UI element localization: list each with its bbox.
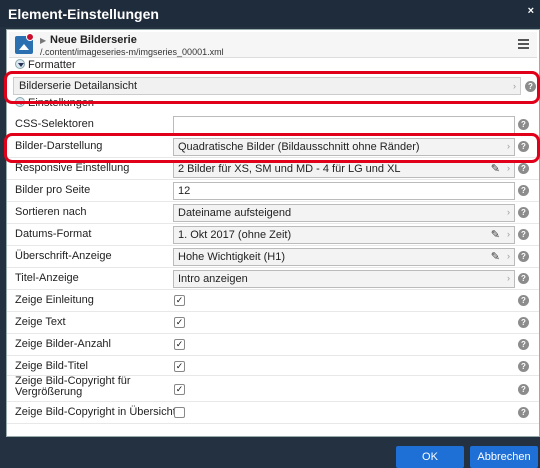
setting-checkbox[interactable]	[174, 407, 185, 418]
setting-label: Sortieren nach	[15, 206, 87, 218]
setting-value: 12	[178, 185, 191, 197]
setting-select[interactable]: Intro anzeigen ›	[173, 270, 515, 288]
close-icon[interactable]: ×	[528, 5, 534, 17]
help-icon[interactable]: ?	[518, 339, 529, 350]
dialog-footer: OK Abbrechen	[0, 438, 540, 468]
setting-label: Zeige Bild-Titel	[15, 360, 88, 372]
dialog-titlebar: Element-Einstellungen ×	[0, 0, 540, 27]
setting-label: Titel-Anzeige	[15, 272, 79, 284]
setting-checkbox[interactable]: ✓	[174, 295, 185, 306]
setting-label: Zeige Einleitung	[15, 294, 94, 306]
expand-arrow-icon[interactable]: ▶	[40, 36, 46, 45]
setting-select[interactable]: Dateiname aufsteigend ›	[173, 204, 515, 222]
help-icon[interactable]: ?	[518, 251, 529, 262]
chevron-right-icon: ›	[507, 251, 510, 261]
help-icon[interactable]: ?	[518, 273, 529, 284]
help-icon[interactable]: ?	[518, 361, 529, 372]
cancel-button[interactable]: Abbrechen	[470, 446, 538, 468]
formatter-section-toggle[interactable]: Formatter	[15, 59, 76, 71]
highlight-box-formatter	[4, 71, 540, 104]
setting-label: CSS-Selektoren	[15, 118, 94, 130]
highlight-box-bilder-darstellung	[4, 133, 540, 163]
setting-select[interactable]: Hohe Wichtigkeit (H1) ✎ ›	[173, 248, 515, 266]
chevron-right-icon: ›	[507, 207, 510, 217]
element-settings-dialog: Element-Einstellungen × ▶ Neue Bilderser…	[0, 0, 540, 468]
chevron-right-icon: ›	[507, 229, 510, 239]
setting-input[interactable]: 12	[173, 182, 515, 200]
help-icon[interactable]: ?	[518, 317, 529, 328]
setting-checkbox[interactable]: ✓	[174, 361, 185, 372]
chevron-right-icon: ›	[507, 163, 510, 173]
chevron-right-icon: ›	[507, 273, 510, 283]
formatter-section-label: Formatter	[28, 59, 76, 71]
setting-label: Datums-Format	[15, 228, 92, 240]
help-icon[interactable]: ?	[518, 384, 529, 395]
setting-label: Zeige Bild-Copyright für Vergrößerung	[15, 375, 131, 398]
settings-row: Bilder pro Seite 12?	[7, 180, 539, 202]
help-icon[interactable]: ?	[518, 407, 529, 418]
settings-row: Datums-Format 1. Okt 2017 (ohne Zeit) ✎ ›?	[7, 224, 539, 246]
setting-label: Zeige Bild-Copyright in Übersicht	[15, 406, 176, 418]
help-icon[interactable]: ?	[518, 207, 529, 218]
setting-checkbox[interactable]: ✓	[174, 339, 185, 350]
setting-checkbox[interactable]: ✓	[174, 317, 185, 328]
resource-header: ▶ Neue Bilderserie /.content/imageseries…	[9, 32, 537, 58]
setting-label: Überschrift-Anzeige	[15, 250, 112, 262]
resource-path: /.content/imageseries-m/imgseries_00001.…	[40, 47, 224, 57]
settings-row: Zeige Einleitung ✓?	[7, 290, 539, 312]
help-icon[interactable]: ?	[518, 163, 529, 174]
settings-row: Zeige Bild-Copyright in Übersicht?	[7, 402, 539, 424]
ok-button[interactable]: OK	[396, 446, 464, 468]
help-icon[interactable]: ?	[518, 119, 529, 130]
collapse-icon	[15, 59, 25, 70]
setting-checkbox[interactable]: ✓	[174, 384, 185, 395]
settings-row: Sortieren nach Dateiname aufsteigend ›?	[7, 202, 539, 224]
status-dot-icon	[26, 33, 34, 41]
dialog-title: Element-Einstellungen	[8, 6, 159, 22]
setting-label: Zeige Bilder-Anzahl	[15, 338, 111, 350]
pencil-icon[interactable]: ✎	[491, 250, 500, 263]
settings-row: Zeige Text ✓?	[7, 312, 539, 334]
setting-value: 2 Bilder für XS, SM und MD - 4 für LG un…	[178, 163, 401, 175]
pencil-icon[interactable]: ✎	[491, 162, 500, 175]
setting-label: Responsive Einstellung	[15, 162, 130, 174]
help-icon[interactable]: ?	[518, 185, 529, 196]
settings-row: Titel-Anzeige Intro anzeigen ›?	[7, 268, 539, 290]
setting-value: Dateiname aufsteigend	[178, 207, 292, 219]
setting-label: Zeige Text	[15, 316, 66, 328]
help-icon[interactable]: ?	[518, 295, 529, 306]
help-icon[interactable]: ?	[518, 229, 529, 240]
setting-select[interactable]: 1. Okt 2017 (ohne Zeit) ✎ ›	[173, 226, 515, 244]
setting-value: Hohe Wichtigkeit (H1)	[178, 251, 285, 263]
setting-value: Intro anzeigen	[178, 273, 248, 285]
setting-value: 1. Okt 2017 (ohne Zeit)	[178, 229, 292, 241]
resource-title: Neue Bilderserie	[50, 34, 137, 46]
settings-row: Überschrift-Anzeige Hohe Wichtigkeit (H1)…	[7, 246, 539, 268]
settings-row: Zeige Bilder-Anzahl ✓?	[7, 334, 539, 356]
settings-row: Zeige Bild-Copyright für Vergrößerung ✓?	[7, 376, 539, 402]
setting-input[interactable]	[173, 116, 515, 134]
setting-label: Bilder pro Seite	[15, 184, 91, 196]
pencil-icon[interactable]: ✎	[491, 228, 500, 241]
settings-row: Zeige Bild-Titel ✓?	[7, 356, 539, 376]
menu-icon[interactable]	[518, 39, 529, 49]
